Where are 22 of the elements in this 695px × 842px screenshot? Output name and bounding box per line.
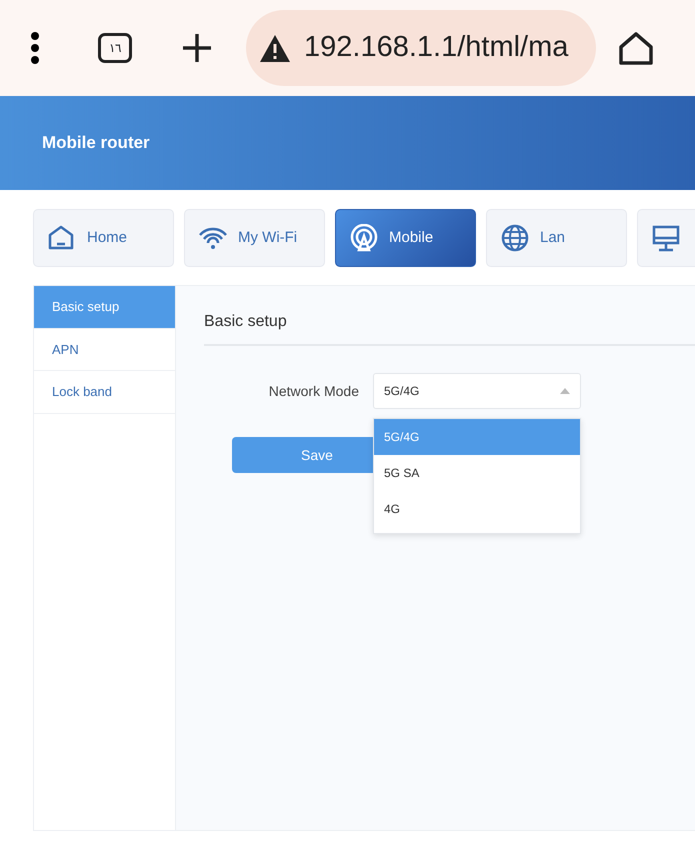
monitor-icon: [651, 224, 681, 252]
field-label: Network Mode: [268, 382, 360, 400]
caret-icon: [560, 388, 570, 394]
address-bar[interactable]: 192.168.1.1/html/ma: [246, 10, 596, 86]
sidebar-item[interactable]: APN: [34, 328, 175, 371]
antenna-icon: [349, 224, 379, 252]
sidebar-item[interactable]: Basic setup: [34, 286, 175, 328]
dropdown-option[interactable]: 4G: [374, 491, 580, 527]
nav-tab[interactable]: Lan: [486, 209, 627, 267]
home-icon[interactable]: [618, 31, 654, 65]
nav-tab[interactable]: Mobile: [335, 209, 476, 267]
nav-tab[interactable]: My Wi-Fi: [184, 209, 325, 267]
section-title: Basic setup: [204, 310, 695, 346]
plus-icon[interactable]: [182, 33, 212, 63]
network-mode-select[interactable]: 5G/4G: [373, 373, 581, 409]
globe-icon: [500, 224, 530, 252]
menu-icon[interactable]: [30, 32, 40, 64]
tab-count-button[interactable]: ١٦: [98, 33, 132, 63]
warning-icon: [260, 34, 290, 62]
header-title: Mobile router: [42, 132, 150, 154]
dropdown-option[interactable]: 5G/4G: [374, 419, 580, 455]
nav-tab[interactable]: Home: [33, 209, 174, 267]
